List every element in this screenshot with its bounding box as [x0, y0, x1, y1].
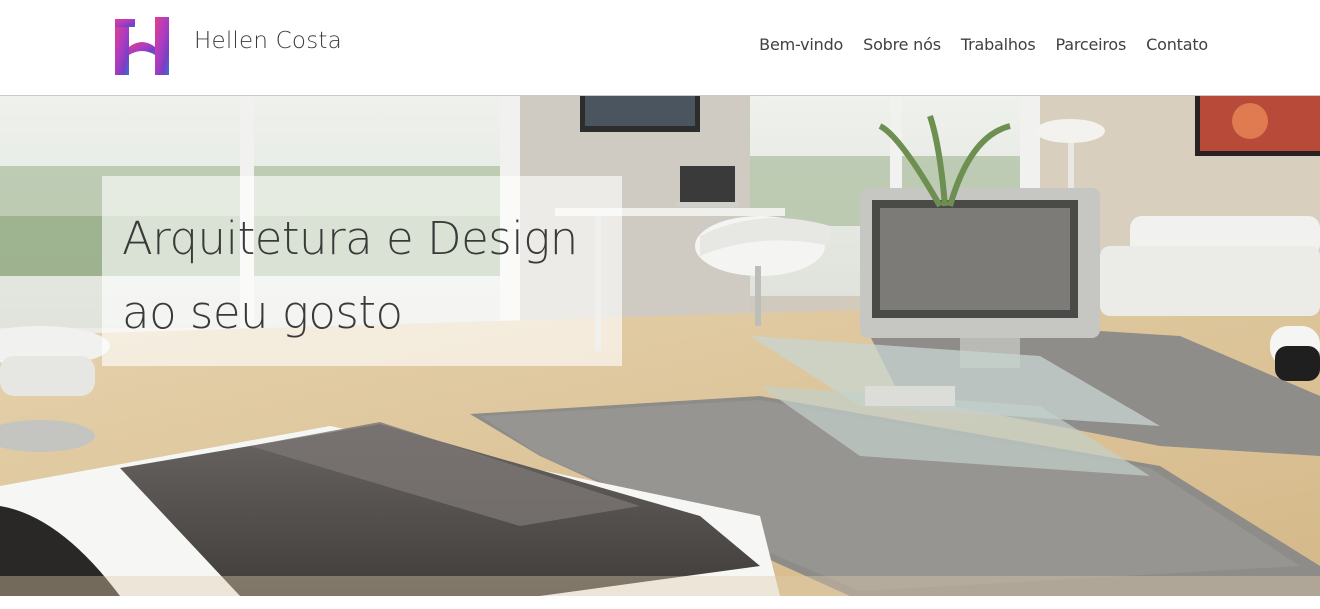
nav-item-contato[interactable]: Contato: [1136, 35, 1208, 54]
nav-item-trabalhos[interactable]: Trabalhos: [951, 35, 1046, 54]
h-monogram-logo-icon[interactable]: [113, 17, 171, 76]
hero-banner: Arquitetura e Design ao seu gosto: [0, 96, 1320, 596]
main-nav: Bem-vindo Sobre nós Trabalhos Parceiros …: [749, 35, 1208, 54]
hero-title-line-1: Arquitetura e Design: [122, 212, 578, 265]
nav-item-sobre-nos[interactable]: Sobre nós: [853, 35, 951, 54]
hero-headline-card: Arquitetura e Design ao seu gosto: [102, 176, 622, 366]
nav-item-bem-vindo[interactable]: Bem-vindo: [749, 35, 853, 54]
page-bottom-strip: [0, 596, 1320, 609]
hero-title-line-2: ao seu gosto: [122, 286, 403, 339]
site-header: Hellen Costa Bem-vindo Sobre nós Trabalh…: [0, 0, 1320, 96]
nav-item-parceiros[interactable]: Parceiros: [1046, 35, 1137, 54]
brand-name[interactable]: Hellen Costa: [194, 28, 342, 54]
